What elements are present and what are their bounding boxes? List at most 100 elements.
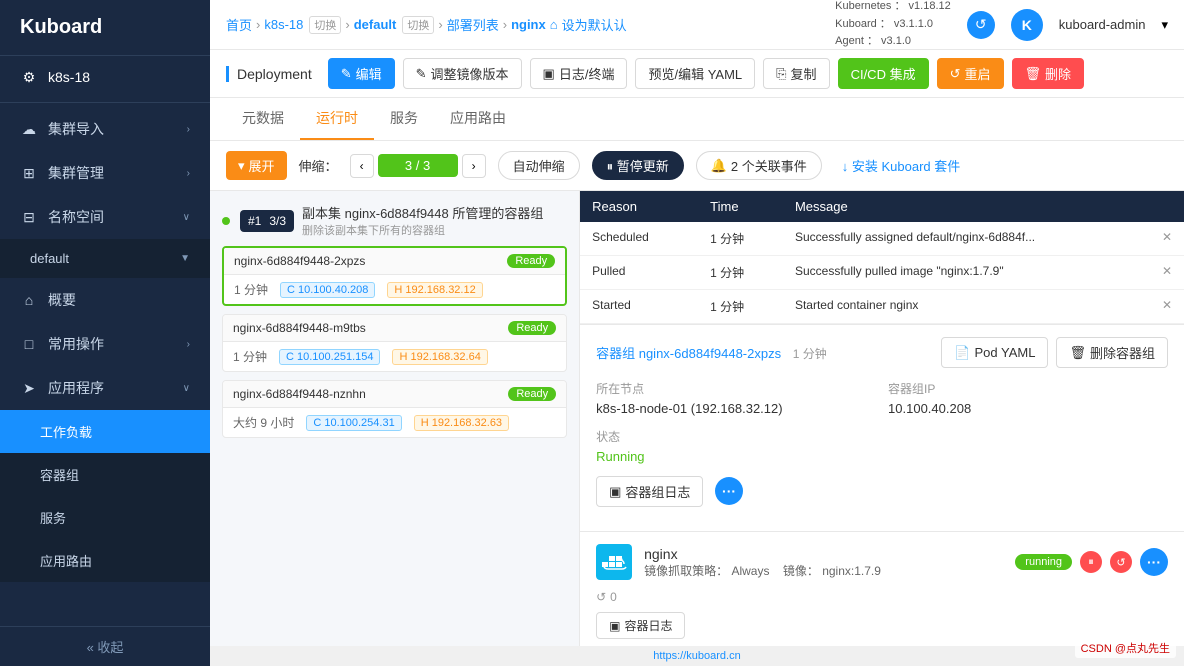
- k8s-info: Kubernetes ： v1.18.12 Kuboard ： v3.1.1.0…: [835, 0, 951, 51]
- auto-scale-button[interactable]: 自动伸缩: [498, 151, 580, 180]
- event-table-time-header: Time: [698, 191, 783, 222]
- container-header: nginx 镜像抓取策略： Always 镜像： nginx:1.7.9 run: [596, 544, 1168, 580]
- pod-2-ip-h: H 192.168.32.64: [392, 349, 487, 365]
- event-message-2: Started container nginx ✕: [783, 290, 1184, 324]
- kubernetes-version: v1.18.12: [909, 0, 951, 12]
- stop-button[interactable]: ⏸: [1080, 551, 1102, 573]
- csdn-watermark: CSDN @点丸先生: [1075, 638, 1176, 658]
- close-event-0[interactable]: ✕: [1162, 230, 1172, 244]
- namespace-icon: ⊟: [20, 208, 38, 226]
- status-label: 状态: [596, 428, 876, 445]
- delete-icon: 🗑: [1069, 345, 1086, 361]
- container-name: nginx: [644, 546, 881, 562]
- scale-right-button[interactable]: ›: [462, 154, 486, 178]
- delete-container-group-button[interactable]: 🗑 删除容器组: [1056, 337, 1168, 368]
- two-column-layout: #1 3/3 副本集 nginx-6d884f9448 所管理的容器组 删除该副…: [210, 191, 1184, 646]
- pod-detail-header: 容器组 nginx-6d884f9448-2xpzs 1 分钟 📄 Pod YA…: [596, 337, 1168, 368]
- expand-button[interactable]: ▾ 展开: [226, 151, 287, 180]
- breadcrumb-cluster[interactable]: k8s-18: [264, 17, 303, 32]
- refresh-icon[interactable]: ↺: [596, 590, 606, 604]
- status-info: 状态 Running: [596, 428, 876, 464]
- chevron-down-icon: ∨: [183, 383, 190, 394]
- scale-left-button[interactable]: ‹: [350, 154, 374, 178]
- pod-detail-buttons: 📄 Pod YAML 🗑 删除容器组: [941, 337, 1168, 368]
- right-panel: Reason Time Message Scheduled 1 分钟 Succe…: [580, 191, 1184, 646]
- container-group-log-button[interactable]: ▣ 容器组日志: [596, 476, 703, 507]
- pod-card-1-header: nginx-6d884f9448-2xpzs Ready: [224, 248, 565, 275]
- bell-icon: 🔔: [711, 158, 727, 174]
- restart-button[interactable]: ↺ 重启: [937, 58, 1004, 89]
- close-event-2[interactable]: ✕: [1162, 298, 1172, 312]
- breadcrumb-namespace[interactable]: default: [354, 17, 397, 32]
- scale-control: ‹ 3 / 3 ›: [350, 154, 486, 178]
- sidebar-item-workload[interactable]: 工作负载: [0, 410, 210, 453]
- delete-button[interactable]: 🗑 删除: [1012, 58, 1085, 89]
- kuboard-version: v3.1.1.0: [894, 18, 933, 30]
- event-reason-scheduled: Scheduled: [580, 222, 698, 256]
- collapse-button[interactable]: « 收起: [0, 627, 210, 666]
- tab-service[interactable]: 服务: [374, 98, 434, 140]
- breadcrumb: 首页 › k8s-18 切换 › default 切换 › 部署列表 › ngi…: [226, 15, 627, 34]
- sidebar-item-default[interactable]: default ▼: [0, 239, 210, 278]
- user-name[interactable]: kuboard-admin: [1059, 17, 1146, 32]
- sidebar-item-app[interactable]: ➤ 应用程序 ∨: [0, 366, 210, 410]
- pod-2-ip-c: C 10.100.251.154: [279, 349, 380, 365]
- sidebar-item-namespace[interactable]: ⊟ 名称空间 ∨: [0, 195, 210, 239]
- refresh-button[interactable]: ↺: [967, 11, 995, 39]
- pod-1-ip-c: C 10.100.40.208: [280, 282, 375, 298]
- more-button[interactable]: ···: [715, 477, 743, 505]
- pod-yaml-button[interactable]: 📄 Pod YAML: [941, 337, 1048, 368]
- copy-button[interactable]: ⎘ 复制: [763, 58, 829, 89]
- breadcrumb-home[interactable]: 首页: [226, 15, 252, 34]
- log-terminal-button[interactable]: ▣ 日志/终端: [530, 58, 628, 89]
- pod-3-name[interactable]: nginx-6d884f9448-nznhn: [233, 387, 366, 401]
- action-bar: Deployment ✎ 编辑 ✎ 调整镜像版本 ▣ 日志/终端 预览/编辑 Y…: [210, 50, 1184, 98]
- sidebar-item-app-route[interactable]: 应用路由: [0, 539, 210, 582]
- user-chevron-icon: ▾: [1161, 17, 1168, 33]
- pod-card-1: nginx-6d884f9448-2xpzs Ready 1 分钟 C 10.1…: [222, 246, 567, 306]
- namespace-switch-button[interactable]: 切换: [402, 16, 434, 34]
- pause-update-button[interactable]: ⏸ 暂停更新: [592, 151, 684, 180]
- preview-yaml-button[interactable]: 预览/编辑 YAML: [635, 58, 755, 89]
- event-message-0: Successfully assigned default/nginx-6d88…: [783, 222, 1184, 256]
- breadcrumb-default[interactable]: 设为默认认: [562, 15, 627, 34]
- file-icon: 📄: [954, 345, 970, 361]
- sidebar-logo: Kuboard: [0, 0, 210, 56]
- pod-2-name[interactable]: nginx-6d884f9448-m9tbs: [233, 321, 366, 335]
- app-icon: ➤: [20, 379, 38, 397]
- adjust-image-button[interactable]: ✎ 调整镜像版本: [403, 58, 522, 89]
- left-panel: #1 3/3 副本集 nginx-6d884f9448 所管理的容器组 删除该副…: [210, 191, 580, 646]
- sidebar-item-cluster-manage[interactable]: ⊞ 集群管理 ›: [0, 151, 210, 195]
- container-log-button[interactable]: ▣ 容器日志: [596, 612, 685, 639]
- pod-card-2: nginx-6d884f9448-m9tbs Ready 1 分钟 C 10.1…: [222, 314, 567, 372]
- install-kuboard-button[interactable]: ↓ 安装 Kuboard 套件: [834, 152, 969, 179]
- pod-1-time: 1 分钟: [234, 281, 268, 298]
- cicd-button[interactable]: CI/CD 集成: [838, 58, 929, 89]
- event-time-2: 1 分钟: [698, 290, 783, 324]
- cluster-switch-button[interactable]: 切换: [309, 16, 341, 34]
- event-button[interactable]: 🔔 2 个关联事件: [696, 151, 822, 180]
- pod-detail-info: 所在节点 k8s-18-node-01 (192.168.32.12) 容器组I…: [596, 380, 1168, 464]
- grid-icon: ⊞: [20, 164, 38, 182]
- pod-1-name[interactable]: nginx-6d884f9448-2xpzs: [234, 254, 365, 268]
- chevron-down-icon: ▾: [238, 158, 245, 174]
- sidebar-item-overview[interactable]: ⌂ 概要: [0, 278, 210, 322]
- tab-metadata[interactable]: 元数据: [226, 98, 300, 140]
- log-btn-row: ▣ 容器组日志 ···: [596, 476, 1168, 507]
- event-time-1: 1 分钟: [698, 256, 783, 290]
- container-more-button[interactable]: ···: [1140, 548, 1168, 576]
- tab-runtime[interactable]: 运行时: [300, 98, 374, 140]
- sidebar-item-container-group[interactable]: 容器组: [0, 453, 210, 496]
- pod-ip-label: 容器组IP: [888, 380, 1168, 397]
- sidebar-item-service[interactable]: 服务: [0, 496, 210, 539]
- sidebar-item-k8s18[interactable]: ⚙ k8s-18: [0, 56, 210, 98]
- sidebar-item-cluster-import[interactable]: ☁ 集群导入 ›: [0, 107, 210, 151]
- running-badge: running: [1015, 554, 1072, 570]
- restart-container-button[interactable]: ↺: [1110, 551, 1132, 573]
- gear-icon: ⚙: [20, 68, 38, 86]
- tab-app-route[interactable]: 应用路由: [434, 98, 522, 140]
- close-event-1[interactable]: ✕: [1162, 264, 1172, 278]
- edit-button[interactable]: ✎ 编辑: [328, 58, 395, 89]
- sidebar-item-common-ops[interactable]: □ 常用操作 ›: [0, 322, 210, 366]
- breadcrumb-deployment-list[interactable]: 部署列表: [447, 15, 499, 34]
